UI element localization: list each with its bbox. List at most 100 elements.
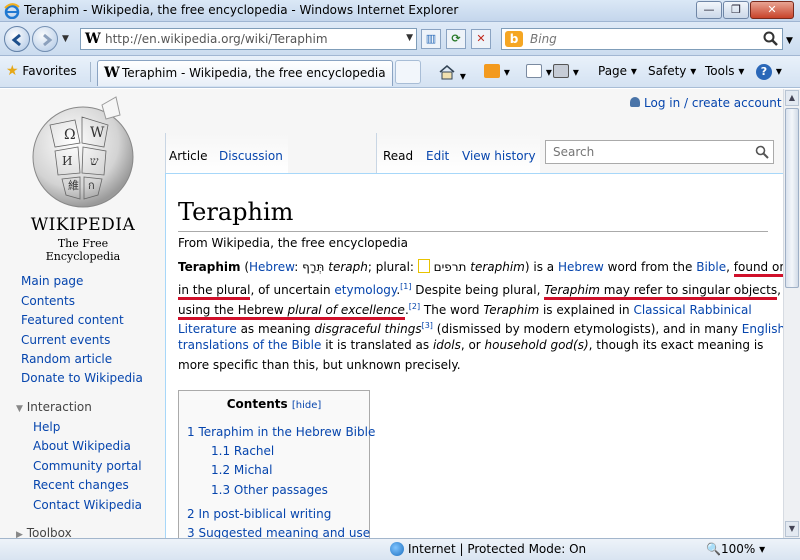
mail-button[interactable]: ▾: [526, 64, 552, 79]
text: may refer to singular objects: [599, 283, 778, 297]
vertical-scrollbar[interactable]: ▲ ▼: [783, 89, 800, 538]
svg-text:維: 維: [68, 179, 79, 192]
wiki-search-box[interactable]: [545, 140, 774, 164]
tab-discussion[interactable]: Discussion: [219, 149, 283, 163]
text: (dismissed by modern etymologists), and …: [432, 322, 742, 336]
link-etymology[interactable]: etymology: [334, 283, 396, 297]
mail-icon: [526, 64, 542, 78]
search-provider-dropdown[interactable]: ▼: [786, 36, 793, 46]
sidebar-item-contact[interactable]: Contact Wikipedia: [33, 498, 142, 512]
forward-button[interactable]: [32, 26, 58, 52]
link-hebrew-language[interactable]: Hebrew: [558, 260, 604, 274]
zoom-level[interactable]: 🔍100% ▾: [706, 542, 765, 556]
minimize-button[interactable]: —: [696, 1, 722, 19]
sidebar-item-featured-content[interactable]: Featured content: [21, 313, 124, 327]
toc-hide-link[interactable]: [hide]: [292, 400, 321, 411]
scroll-thumb[interactable]: [785, 108, 799, 288]
stop-icon[interactable]: ✕: [471, 29, 491, 49]
sidebar-item-recent-changes[interactable]: Recent changes: [33, 478, 129, 492]
tools-menu[interactable]: Tools ▾: [705, 64, 744, 78]
link-classical-rabbinical[interactable]: Classical Rabbinical: [633, 303, 751, 317]
link-literature[interactable]: Literature: [178, 322, 237, 336]
svg-text:Ω: Ω: [64, 127, 76, 143]
feeds-button[interactable]: ▾: [484, 64, 510, 79]
toc-item[interactable]: 1 Teraphim in the Hebrew Bible: [187, 425, 375, 439]
svg-text:И: И: [62, 154, 72, 168]
browser-tab[interactable]: W Teraphim - Wikipedia, the free encyclo…: [97, 60, 393, 86]
tab-view-history[interactable]: View history: [462, 149, 536, 163]
close-button[interactable]: ✕: [750, 1, 794, 19]
sidebar-item-community-portal[interactable]: Community portal: [33, 459, 142, 473]
sidebar-item-current-events[interactable]: Current events: [21, 333, 110, 347]
sidebar-item-about[interactable]: About Wikipedia: [33, 439, 131, 453]
refresh-icon[interactable]: ⟳: [446, 29, 466, 49]
citation-3[interactable]: [3]: [422, 321, 433, 330]
page-title: Teraphim: [178, 198, 294, 226]
tab-article[interactable]: Article: [169, 149, 208, 163]
toc-item[interactable]: 1.1 Rachel: [211, 444, 274, 458]
toc-item[interactable]: 1.3 Other passages: [211, 483, 328, 497]
recent-pages-dropdown[interactable]: ▼: [62, 34, 69, 44]
wikipedia-favicon-icon: W: [85, 31, 101, 47]
text: as meaning: [236, 322, 315, 336]
address-url[interactable]: http://en.wikipedia.org/wiki/Teraphim: [105, 32, 328, 46]
underlined-text: Teraphim may refer to singular objects: [544, 283, 778, 300]
sidebar-item-random-article[interactable]: Random article: [21, 352, 112, 366]
underlined-text: in the plural: [178, 283, 251, 300]
sidebar-item-contents[interactable]: Contents: [21, 294, 75, 308]
security-zone-text: Internet | Protected Mode: On: [408, 542, 587, 556]
search-icon[interactable]: [755, 145, 769, 159]
text: : תְּרָף: [294, 260, 329, 274]
interaction-portal-header[interactable]: ▼ Interaction: [16, 400, 92, 414]
sidebar-item-help[interactable]: Help: [33, 420, 60, 434]
link-bible[interactable]: Bible: [696, 260, 726, 274]
back-button[interactable]: [4, 26, 30, 52]
tab-title: Teraphim - Wikipedia, the free encyclope…: [122, 66, 386, 80]
collapse-triangle-icon: ▶: [16, 530, 23, 538]
browser-search-input[interactable]: [528, 31, 753, 47]
new-tab-button[interactable]: [395, 60, 421, 84]
text: word from the: [603, 260, 697, 274]
link-translations-of-bible[interactable]: translations of the Bible: [178, 338, 321, 352]
text: idols: [432, 338, 461, 352]
internet-explorer-icon: [4, 3, 20, 19]
text: household god(s): [484, 338, 589, 352]
wiki-search-input[interactable]: [551, 144, 741, 160]
wikipedia-logo[interactable]: Ω W И ש 維 ก WIKIPEDIA The Free Encyclope…: [20, 95, 146, 263]
safety-menu[interactable]: Safety ▾: [648, 64, 696, 78]
paragraph-line: Teraphim (Hebrew: תְּרָף teraph; plural:…: [178, 259, 783, 277]
login-link[interactable]: Log in / create account: [630, 96, 782, 110]
text: more specific than this, but unknown pre…: [178, 358, 461, 372]
browser-search-box[interactable]: b: [501, 28, 783, 50]
link-english[interactable]: English: [742, 322, 783, 336]
toc-item[interactable]: 3 Suggested meaning and use: [187, 526, 370, 538]
printer-icon: [553, 64, 569, 78]
scroll-up-icon[interactable]: ▲: [785, 90, 799, 106]
citation-2[interactable]: [2]: [409, 302, 420, 311]
search-icon[interactable]: [762, 30, 780, 48]
sidebar-item-main-page[interactable]: Main page: [21, 274, 83, 288]
maximize-button[interactable]: ❐: [723, 1, 749, 19]
wikipedia-wordmark: WIKIPEDIA: [30, 215, 136, 235]
security-zone[interactable]: Internet | Protected Mode: On: [390, 542, 586, 556]
compatibility-view-icon[interactable]: ▥: [421, 29, 441, 49]
tab-read[interactable]: Read: [383, 149, 413, 163]
help-button[interactable]: ? ▾: [756, 64, 782, 80]
home-button[interactable]: ▾: [438, 64, 466, 83]
toolbox-header-label: Toolbox: [26, 526, 72, 538]
paragraph-line: Literature as meaning disgraceful things…: [178, 318, 783, 337]
toc-item[interactable]: 2 In post-biblical writing: [187, 507, 331, 521]
print-button[interactable]: ▾: [553, 64, 579, 79]
sidebar-item-donate[interactable]: Donate to Wikipedia: [21, 371, 143, 385]
scroll-down-icon[interactable]: ▼: [785, 521, 799, 537]
tab-edit[interactable]: Edit: [426, 149, 449, 163]
address-bar[interactable]: W http://en.wikipedia.org/wiki/Teraphim …: [80, 28, 417, 50]
favorites-button[interactable]: ★ Favorites: [6, 63, 77, 81]
page-menu[interactable]: Page ▾: [598, 64, 637, 78]
citation-1[interactable]: [1]: [400, 282, 411, 291]
toolbox-portal-header[interactable]: ▶ Toolbox: [16, 526, 72, 538]
back-arrow-icon: [11, 33, 21, 47]
address-dropdown[interactable]: ▼: [406, 33, 413, 43]
toc-item[interactable]: 1.2 Michal: [211, 463, 272, 477]
link-hebrew[interactable]: Hebrew: [249, 260, 294, 274]
